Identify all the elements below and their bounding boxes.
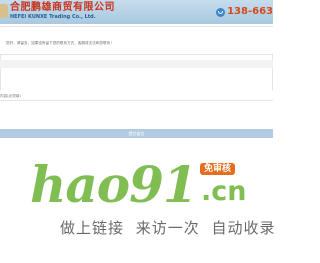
domain-suffix: .cn [201, 176, 247, 207]
hotline-number: 138-663 [227, 6, 273, 17]
message-field-border[interactable] [0, 100, 273, 101]
submit-label: 提交留言 [128, 131, 145, 136]
company-logo [0, 4, 8, 18]
company-name-cn: 合肥鹏雄商贸有限公司 [10, 2, 115, 13]
form-intro-text: 您好，请留言，如果没有留下您的联系方式，客服将无法和您联系！ [6, 41, 114, 45]
promo-slogan: 做上链接 来访一次 自动收录 [60, 219, 276, 237]
contact-box-border [0, 54, 273, 55]
company-name-en: HEFEI KUNXE Trading Co., Ltd. [10, 14, 96, 20]
hao91-promo-banner[interactable]: hao91 免审核 .cn 做上链接 来访一次 自动收录 [0, 142, 276, 263]
contact-input[interactable] [0, 60, 273, 68]
message-label: 内容(必须填) [0, 94, 21, 98]
no-review-badge: 免审核 [200, 163, 236, 175]
brand-logo-text: hao91 [30, 155, 198, 214]
submit-button[interactable]: 提交留言 [0, 129, 273, 138]
phone-icon [216, 7, 226, 17]
hotline: 138-663 [216, 7, 273, 17]
divider [0, 26, 273, 27]
site-header: 合肥鹏雄商贸有限公司 HEFEI KUNXE Trading Co., Ltd.… [0, 0, 273, 24]
